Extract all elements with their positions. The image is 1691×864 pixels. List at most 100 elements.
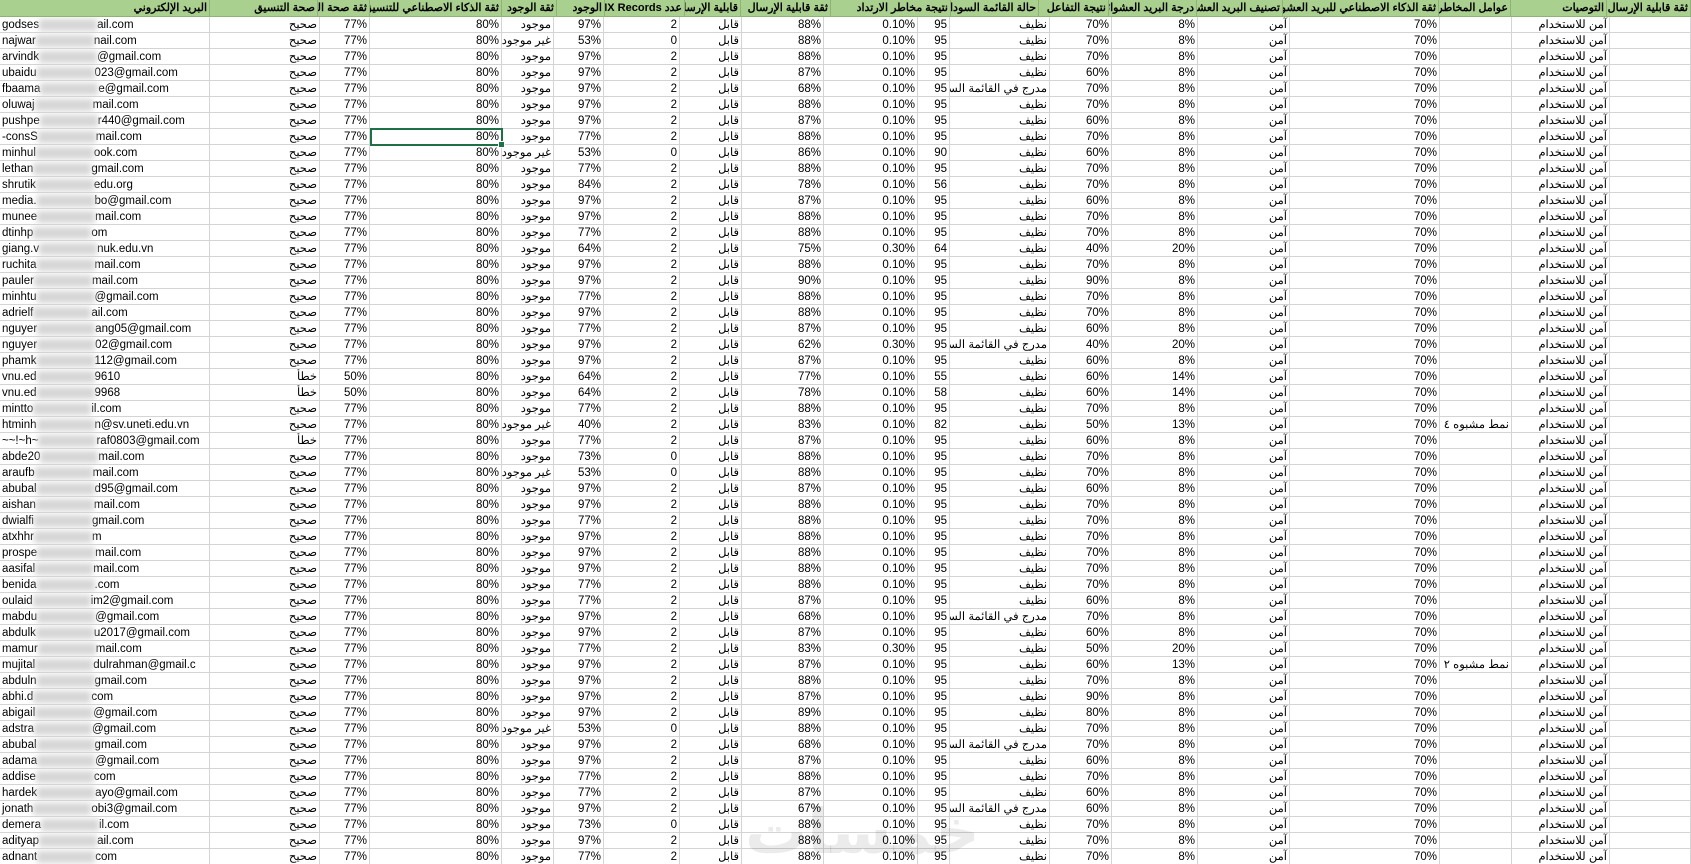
data-cell[interactable]: صحيح	[210, 657, 320, 673]
data-cell[interactable]: 80%	[370, 849, 502, 864]
table-row[interactable]: prospe mail.com صحيح 77% 80% موجود 97% 2 قابل 88%…	[0, 545, 1691, 561]
data-cell[interactable]: 0	[604, 465, 680, 481]
data-cell[interactable]: 8%	[1112, 529, 1198, 545]
data-cell[interactable]: موجود	[502, 433, 554, 449]
data-cell[interactable]: نمط مشبوه ٤	[1440, 417, 1512, 433]
data-cell[interactable]: قابل	[680, 145, 742, 161]
data-cell[interactable]: 80%	[370, 497, 502, 513]
data-cell[interactable]: 70%	[1290, 641, 1440, 657]
data-cell[interactable]: نظيف	[950, 113, 1050, 129]
data-cell[interactable]: 80%	[370, 577, 502, 593]
data-cell[interactable]: 97%	[554, 561, 604, 577]
empty-cell[interactable]	[1610, 177, 1691, 193]
data-cell[interactable]: نظيف	[950, 177, 1050, 193]
data-cell[interactable]: 80%	[370, 785, 502, 801]
data-cell[interactable]: آمن	[1198, 305, 1290, 321]
data-cell[interactable]: 89%	[742, 705, 824, 721]
data-cell[interactable]: نظيف	[950, 769, 1050, 785]
data-cell[interactable]: 87%	[742, 433, 824, 449]
data-cell[interactable]: موجود	[502, 17, 554, 33]
data-cell[interactable]: آمن للاستخدام	[1512, 401, 1610, 417]
data-cell[interactable]: نظيف	[950, 305, 1050, 321]
data-cell[interactable]: نظيف	[950, 529, 1050, 545]
data-cell[interactable]: آمن	[1198, 561, 1290, 577]
data-cell[interactable]: صحيح	[210, 209, 320, 225]
data-cell[interactable]: 77%	[320, 113, 370, 129]
data-cell[interactable]: آمن للاستخدام	[1512, 689, 1610, 705]
data-cell[interactable]: 80%	[370, 353, 502, 369]
email-cell[interactable]: adityap ail.com	[0, 833, 210, 849]
data-cell[interactable]: 60%	[1050, 753, 1112, 769]
data-cell[interactable]: 80%	[370, 177, 502, 193]
data-cell[interactable]: 70%	[1050, 81, 1112, 97]
email-cell[interactable]: mujital dulrahman@gmail.c	[0, 657, 210, 673]
data-cell[interactable]: آمن	[1198, 209, 1290, 225]
data-cell[interactable]: 0.10%	[824, 289, 918, 305]
data-cell[interactable]: آمن	[1198, 481, 1290, 497]
data-cell[interactable]: 77%	[320, 801, 370, 817]
data-cell[interactable]: 13%	[1112, 417, 1198, 433]
data-cell[interactable]: صحيح	[210, 465, 320, 481]
data-cell[interactable]: آمن	[1198, 513, 1290, 529]
email-cell[interactable]: lethan gmail.com	[0, 161, 210, 177]
data-cell[interactable]: 88%	[742, 33, 824, 49]
data-cell[interactable]: 80%	[370, 625, 502, 641]
data-cell[interactable]: موجود	[502, 449, 554, 465]
data-cell[interactable]: موجود	[502, 257, 554, 273]
email-cell[interactable]: dwialfi gmail.com	[0, 513, 210, 529]
column-header[interactable]: ثقة قابلية الإرسال	[741, 0, 831, 17]
data-cell[interactable]: نظيف	[950, 49, 1050, 65]
data-cell[interactable]: موجود	[502, 593, 554, 609]
data-cell[interactable]: 70%	[1290, 177, 1440, 193]
data-cell[interactable]: قابل	[680, 833, 742, 849]
data-cell[interactable]: 80%	[370, 737, 502, 753]
data-cell[interactable]: قابل	[680, 497, 742, 513]
data-cell[interactable]: 2	[604, 561, 680, 577]
data-cell[interactable]: نظيف	[950, 289, 1050, 305]
data-cell[interactable]: 70%	[1050, 721, 1112, 737]
data-cell[interactable]: صحيح	[210, 801, 320, 817]
data-cell[interactable]: آمن للاستخدام	[1512, 753, 1610, 769]
data-cell[interactable]: نظيف	[950, 145, 1050, 161]
data-cell[interactable]: 8%	[1112, 625, 1198, 641]
data-cell[interactable]: موجود	[502, 209, 554, 225]
data-cell[interactable]: 77%	[320, 273, 370, 289]
data-cell[interactable]: 77%	[320, 305, 370, 321]
email-cell[interactable]: nguyer ang05@gmail.com	[0, 321, 210, 337]
data-cell[interactable]: 0.10%	[824, 225, 918, 241]
data-cell[interactable]: آمن للاستخدام	[1512, 337, 1610, 353]
data-cell[interactable]: 80%	[370, 609, 502, 625]
table-row[interactable]: najwar nail.com صحيح 77% 80% غير موجود 53% 0 قاب…	[0, 33, 1691, 49]
empty-cell[interactable]	[1610, 433, 1691, 449]
data-cell[interactable]: نظيف	[950, 321, 1050, 337]
data-cell[interactable]: قابل	[680, 81, 742, 97]
data-cell[interactable]: 2	[604, 705, 680, 721]
data-cell[interactable]: قابل	[680, 17, 742, 33]
data-cell[interactable]: نظيف	[950, 561, 1050, 577]
data-cell[interactable]: 8%	[1112, 833, 1198, 849]
data-cell[interactable]: 14%	[1112, 385, 1198, 401]
data-cell[interactable]: 8%	[1112, 209, 1198, 225]
data-cell[interactable]: 0.10%	[824, 449, 918, 465]
data-cell[interactable]: 2	[604, 81, 680, 97]
email-cell[interactable]: giang.v nuk.edu.vn	[0, 241, 210, 257]
data-cell[interactable]: 77%	[320, 817, 370, 833]
data-cell[interactable]: 80%	[370, 305, 502, 321]
data-cell[interactable]: 8%	[1112, 257, 1198, 273]
data-cell[interactable]: 80%	[370, 513, 502, 529]
data-cell[interactable]: 0.10%	[824, 401, 918, 417]
data-cell[interactable]: 2	[604, 65, 680, 81]
data-cell[interactable]: 53%	[554, 721, 604, 737]
data-cell[interactable]: آمن	[1198, 193, 1290, 209]
data-cell[interactable]: نظيف	[950, 353, 1050, 369]
data-cell[interactable]: آمن للاستخدام	[1512, 561, 1610, 577]
empty-cell[interactable]	[1610, 481, 1691, 497]
table-row[interactable]: mamur mail.com صحيح 77% 80% موجود 77% 2 قابل 83% 0…	[0, 641, 1691, 657]
data-cell[interactable]: موجود	[502, 129, 554, 145]
data-cell[interactable]: 95	[918, 193, 950, 209]
data-cell[interactable]: 70%	[1050, 513, 1112, 529]
email-cell[interactable]: hardek ayo@gmail.com	[0, 785, 210, 801]
email-cell[interactable]: demera il.com	[0, 817, 210, 833]
data-cell[interactable]: 62%	[742, 337, 824, 353]
email-cell[interactable]: najwar nail.com	[0, 33, 210, 49]
